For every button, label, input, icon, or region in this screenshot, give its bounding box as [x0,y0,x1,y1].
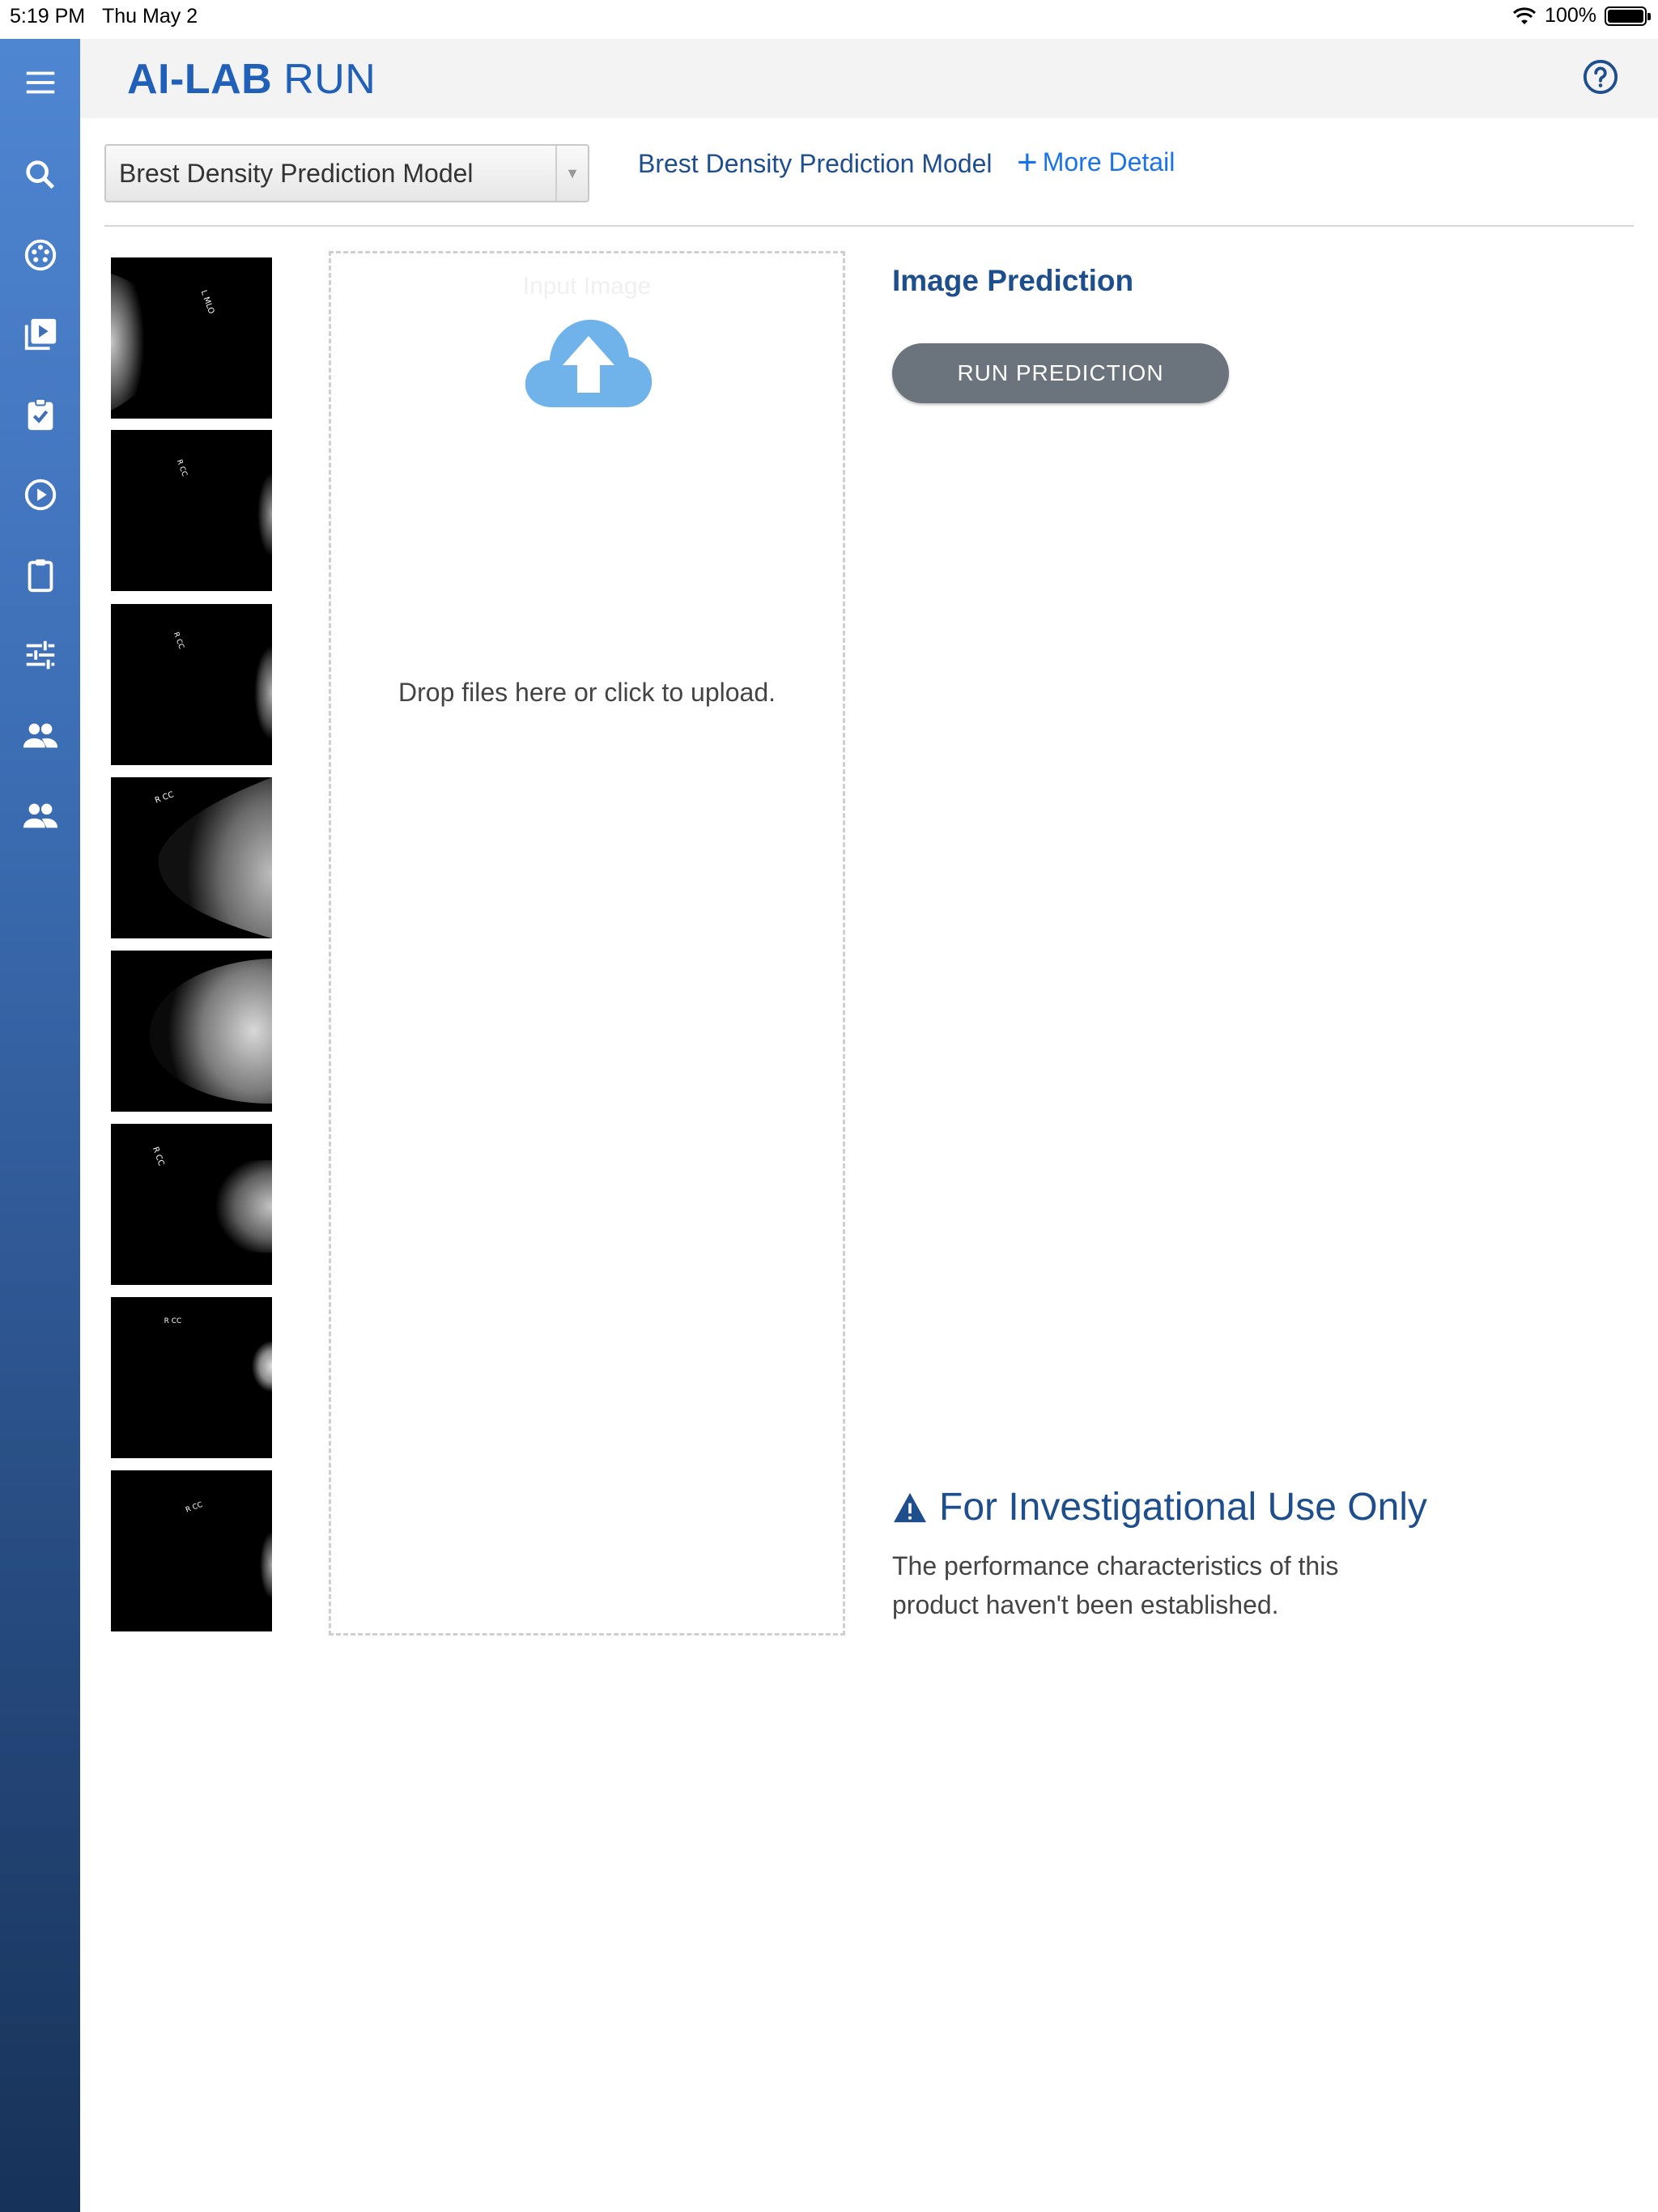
mammogram-image: L MLO [111,273,216,411]
search-icon [25,160,54,189]
input-image-label: Input Image [522,273,652,300]
sidebar-item-groups[interactable] [0,783,80,848]
sidebar-item-users[interactable] [0,703,80,768]
sidebar-item-palette[interactable] [0,223,80,287]
image-thumbnail[interactable]: R CC [111,777,272,938]
sidebar-item-video-library[interactable] [0,302,80,367]
sidebar-item-run[interactable] [0,462,80,527]
plus-icon: + [1017,142,1038,182]
chevron-down-icon: ▼ [555,146,588,201]
image-thumbnail[interactable]: R CC [111,1297,272,1458]
battery-icon [1605,6,1651,26]
sidebar-item-search[interactable] [0,143,80,207]
disclaimer-text: The performance characteristics of this … [892,1551,1339,1619]
upload-dropzone[interactable]: Input Image Drop files here or click to … [329,251,845,1636]
image-thumbnail[interactable]: R CC [111,604,272,765]
menu-button[interactable] [0,50,80,115]
status-right: 100% [1512,4,1651,28]
mammogram-image: R CC [151,1146,272,1253]
assignment-check-icon [28,398,53,431]
thumbnail-label: R CC [172,631,185,650]
status-date: Thu May 2 [102,5,198,28]
image-thumbnail[interactable]: R CC [111,430,272,591]
sidebar-item-tune[interactable] [0,623,80,687]
sidebar-item-clipboard[interactable] [0,542,80,607]
image-thumbnail[interactable] [111,951,272,1112]
thumbnail-label: R CC [185,1501,204,1515]
mammogram-image: R CC [185,1501,272,1604]
mammogram-image: R CC [175,458,272,568]
battery-percent: 100% [1545,4,1596,27]
sidebar [0,39,80,2212]
thumbnail-label: R CC [175,458,189,478]
mammogram-image: R CC [164,1317,272,1402]
tune-icon [26,640,54,670]
status-bar: 5:19 PM Thu May 2 100% [0,0,1658,39]
divider [104,225,1634,227]
model-select[interactable]: Brest Density Prediction Model ▼ [104,144,589,202]
app-header: AI-LAB RUN [80,39,1658,118]
mammogram-image: R CC [154,777,272,938]
prediction-title: Image Prediction [892,264,1134,297]
people-icon [23,723,57,748]
brand-secondary: RUN [283,56,376,103]
thumbnail-label: R CC [151,1146,166,1167]
thumbnail-label: R CC [164,1317,182,1325]
wifi-icon [1513,6,1537,24]
palette-icon [24,239,56,271]
sidebar-item-assignment[interactable] [0,382,80,447]
model-name-link[interactable]: Brest Density Prediction Model [638,149,993,179]
disclaimer-title: For Investigational Use Only [939,1486,1427,1529]
model-select-value: Brest Density Prediction Model [119,158,474,188]
upload-message: Drop files here or click to upload. [398,678,776,707]
thumbnail-label: R CC [154,790,175,806]
image-thumbnail[interactable]: L MLO [111,257,272,419]
status-time: 5:19 PM [10,5,86,28]
more-detail-link[interactable]: + More Detail [1017,142,1175,182]
mammogram-image [149,958,272,1104]
menu-icon [26,71,54,94]
video-library-icon [24,318,56,351]
more-detail-label: More Detail [1042,147,1175,177]
disclaimer-heading: For Investigational Use Only [892,1485,1427,1529]
app-logo: AI-LAB RUN [127,55,376,104]
brand-primary: AI-LAB [127,56,273,103]
image-thumbnail[interactable]: R CC [111,1124,272,1285]
play-circle-icon [24,479,56,511]
clipboard-icon [28,559,53,593]
cloud-upload-icon [525,319,653,407]
warning-icon [894,1492,926,1522]
run-prediction-button[interactable]: RUN PREDICTION [892,343,1229,403]
mammogram-image: R CC [172,631,272,746]
thumbnail-label: L MLO [199,289,216,315]
image-thumbnail[interactable]: R CC [111,1470,272,1631]
help-icon[interactable] [1582,58,1619,96]
people-icon [23,803,57,828]
